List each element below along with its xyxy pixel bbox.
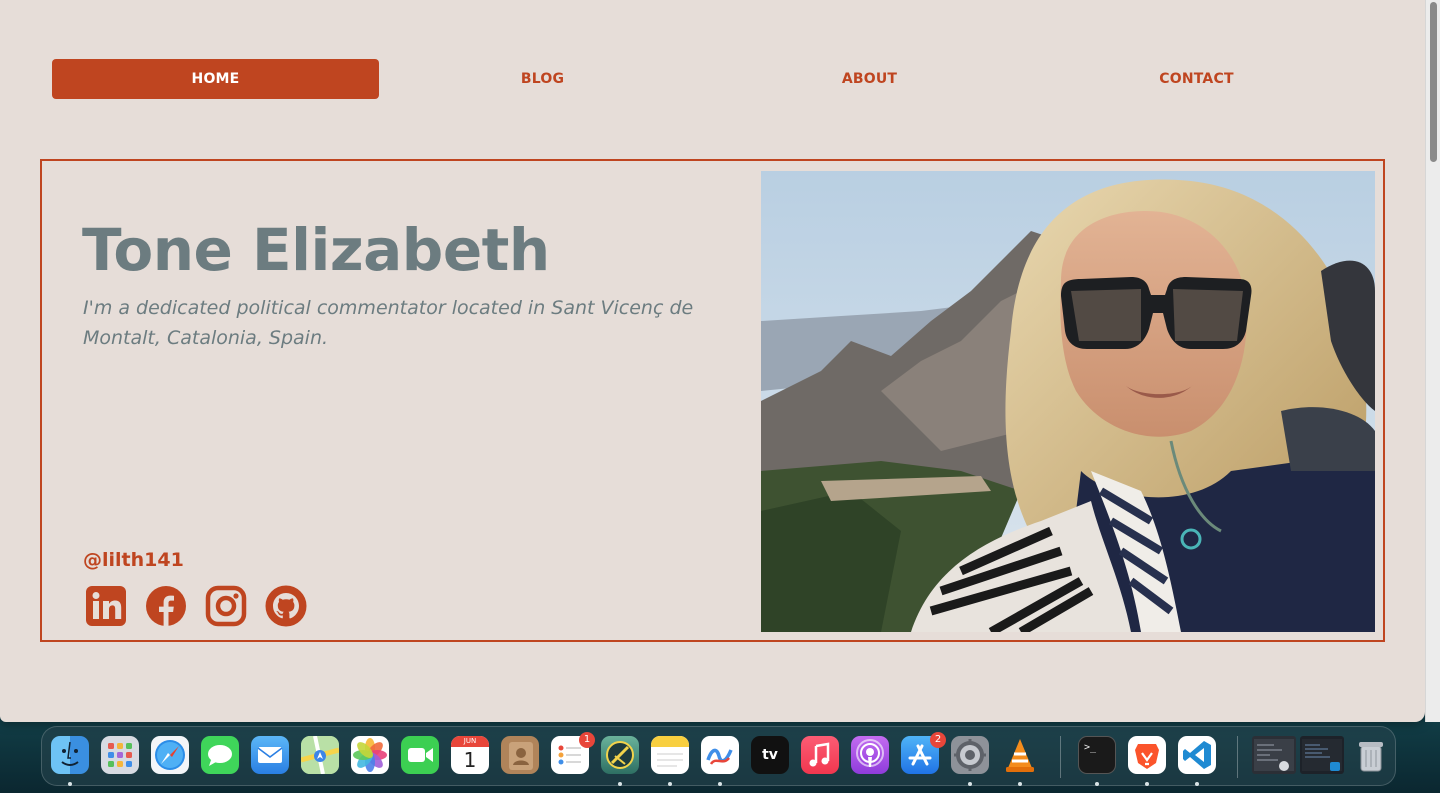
brave-icon[interactable]	[1128, 736, 1166, 774]
apple-tv-icon[interactable]: tv	[751, 736, 789, 774]
photos-icon[interactable]	[351, 736, 389, 774]
nav-contact-link[interactable]: CONTACT	[1033, 59, 1360, 99]
app-store-badge: 2	[930, 732, 946, 748]
linkedin-icon[interactable]	[85, 585, 127, 627]
terminal-prompt: >_	[1084, 742, 1097, 753]
freeform-running-dot	[718, 782, 722, 786]
maps-icon[interactable]	[301, 736, 339, 774]
vscode-icon[interactable]	[1178, 736, 1216, 774]
system-settings-running-dot	[968, 782, 972, 786]
podcasts-icon[interactable]	[851, 736, 889, 774]
finder-running-dot	[68, 782, 72, 786]
vscode-running-dot	[1195, 782, 1199, 786]
macos-dock: JUN 1 1 tv 2 >_	[41, 726, 1396, 786]
reminders-badge: 1	[579, 732, 595, 748]
facebook-icon[interactable]	[145, 585, 187, 627]
git-client-running-dot	[618, 782, 622, 786]
hero-card: Tone Elizabeth I'm a dedicated political…	[40, 159, 1385, 642]
git-client-icon[interactable]	[601, 736, 639, 774]
calendar-month: JUN	[451, 736, 489, 747]
window-thumbnail-1[interactable]	[1252, 736, 1296, 774]
notes-running-dot	[668, 782, 672, 786]
music-icon[interactable]	[801, 736, 839, 774]
system-settings-icon[interactable]	[951, 736, 989, 774]
terminal-icon[interactable]: >_	[1078, 736, 1116, 774]
calendar-icon[interactable]: JUN 1	[451, 736, 489, 774]
hero-name: Tone Elizabeth	[82, 216, 550, 284]
nav-blog-link[interactable]: BLOG	[379, 59, 706, 99]
facetime-icon[interactable]	[401, 736, 439, 774]
main-nav: HOME BLOG ABOUT CONTACT	[52, 59, 1360, 99]
finder-icon[interactable]	[51, 736, 89, 774]
mail-icon[interactable]	[251, 736, 289, 774]
vlc-icon[interactable]	[1001, 736, 1039, 774]
hero-bio: I'm a dedicated political commentator lo…	[83, 297, 694, 349]
browser-window: HOME BLOG ABOUT CONTACT Tone Elizabeth I…	[0, 0, 1425, 722]
safari-icon[interactable]	[151, 736, 189, 774]
brave-running-dot	[1145, 782, 1149, 786]
messages-icon[interactable]	[201, 736, 239, 774]
dock-separator	[1060, 736, 1061, 778]
nav-about-link[interactable]: ABOUT	[706, 59, 1033, 99]
window-thumbnail-2[interactable]	[1300, 736, 1344, 774]
contacts-icon[interactable]	[501, 736, 539, 774]
social-handle: @lilth141	[83, 549, 184, 571]
scrollbar-thumb[interactable]	[1430, 2, 1437, 162]
freeform-icon[interactable]	[701, 736, 739, 774]
calendar-day: 1	[463, 748, 477, 772]
profile-photo	[761, 171, 1375, 632]
trash-icon[interactable]	[1352, 736, 1390, 774]
terminal-running-dot	[1095, 782, 1099, 786]
dock-separator-2	[1237, 736, 1238, 778]
page-scrollbar[interactable]	[1425, 0, 1440, 722]
launchpad-icon[interactable]	[101, 736, 139, 774]
notes-icon[interactable]	[651, 736, 689, 774]
instagram-icon[interactable]	[205, 585, 247, 627]
apple-tv-label: tv	[762, 747, 778, 763]
social-links	[85, 585, 307, 627]
vlc-running-dot	[1018, 782, 1022, 786]
github-icon[interactable]	[265, 585, 307, 627]
nav-home-link[interactable]: HOME	[52, 59, 379, 99]
